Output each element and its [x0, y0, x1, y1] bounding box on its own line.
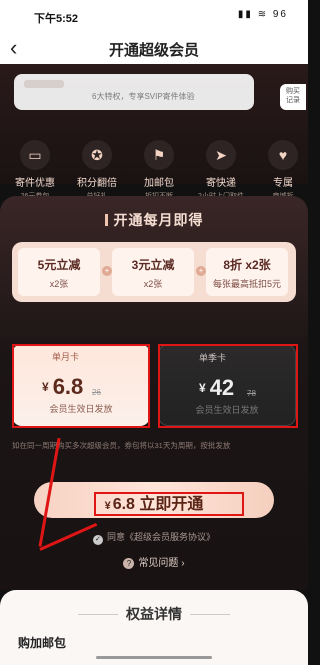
- page-title: 开通超级会员: [108, 42, 199, 59]
- coupon-sub: 每张最高抵扣5元: [212, 279, 281, 289]
- plus-icon: +: [196, 266, 206, 276]
- perk-name: 积分翻倍: [77, 178, 117, 189]
- package-icon: ⚑: [144, 140, 174, 170]
- member-info: 6大特权，专享SVIP寄件体验: [14, 74, 254, 110]
- heart-icon: ♥: [268, 140, 298, 170]
- status-bar: 下午5:52 ▮▮ ≋ 96: [0, 0, 308, 30]
- agreement-row[interactable]: ✓ 同意《超级会员服务协议》: [0, 530, 308, 545]
- faq-link[interactable]: ? 常见问题 ›: [0, 554, 308, 569]
- coupon-strip: 5元立减 x2张 + 3元立减 x2张 + 8折 x2张 每张最高抵扣5元: [12, 242, 296, 302]
- check-icon[interactable]: ✓: [92, 535, 103, 545]
- coupon-title: 3元立减: [131, 258, 175, 272]
- agreement-text[interactable]: 同意《超级会员服务协议》: [107, 532, 215, 542]
- coupon-sub: x2张: [143, 279, 163, 289]
- home-indicator: [96, 656, 212, 659]
- perk-item[interactable]: ⚑ 加邮包 折扣不断: [130, 140, 188, 201]
- username-blur: [24, 80, 64, 88]
- perk-name: 寄快递: [206, 178, 236, 189]
- perk-item[interactable]: ✪ 积分翻倍 兑好礼: [68, 140, 126, 201]
- status-time: 下午5:52: [34, 13, 79, 25]
- details-subtitle: 购加邮包: [18, 636, 67, 650]
- perk-name: 寄件优惠: [15, 178, 55, 189]
- perk-item[interactable]: ▭ 寄件优惠 26元券包: [6, 140, 64, 201]
- plus-icon: +: [102, 266, 112, 276]
- coupon-title: 5元立减: [37, 258, 81, 272]
- status-icons: ▮▮ ≋ 96: [237, 9, 288, 20]
- member-subtitle: 6大特权，专享SVIP寄件体验: [92, 92, 195, 101]
- question-icon: ?: [123, 558, 135, 569]
- highlight-box-season-card: [158, 344, 298, 428]
- panel-title: 开通每月即得: [0, 210, 308, 230]
- coupon-title: 8折 x2张: [223, 258, 271, 272]
- coupon-card: 3元立减 x2张: [112, 248, 194, 296]
- perk-item[interactable]: ➤ 寄快递 2小时上门取件: [192, 140, 250, 201]
- perk-name: 专属: [273, 178, 293, 189]
- coupon-card: 5元立减 x2张: [18, 248, 100, 296]
- highlight-box-cta: [94, 492, 244, 516]
- details-title: 权益详情: [0, 604, 308, 624]
- coupon-card: 8折 x2张 每张最高抵扣5元: [206, 248, 288, 296]
- highlight-box-month-card: [12, 344, 150, 428]
- details-section: 权益详情 购加邮包: [0, 590, 308, 665]
- perk-item[interactable]: ♥ 专属 商城折: [254, 140, 312, 201]
- buy-record-button[interactable]: 购买 记录: [280, 84, 306, 110]
- points-icon: ✪: [82, 140, 112, 170]
- coupon-sub: x2张: [49, 279, 69, 289]
- nav-bar: ‹ 开通超级会员: [0, 30, 308, 64]
- coupon-icon: ▭: [20, 140, 50, 170]
- express-icon: ➤: [206, 140, 236, 170]
- perk-name: 加邮包: [144, 178, 174, 189]
- perks-row: ▭ 寄件优惠 26元券包 ✪ 积分翻倍 兑好礼 ⚑ 加邮包 折扣不断 ➤ 寄快递…: [0, 140, 308, 200]
